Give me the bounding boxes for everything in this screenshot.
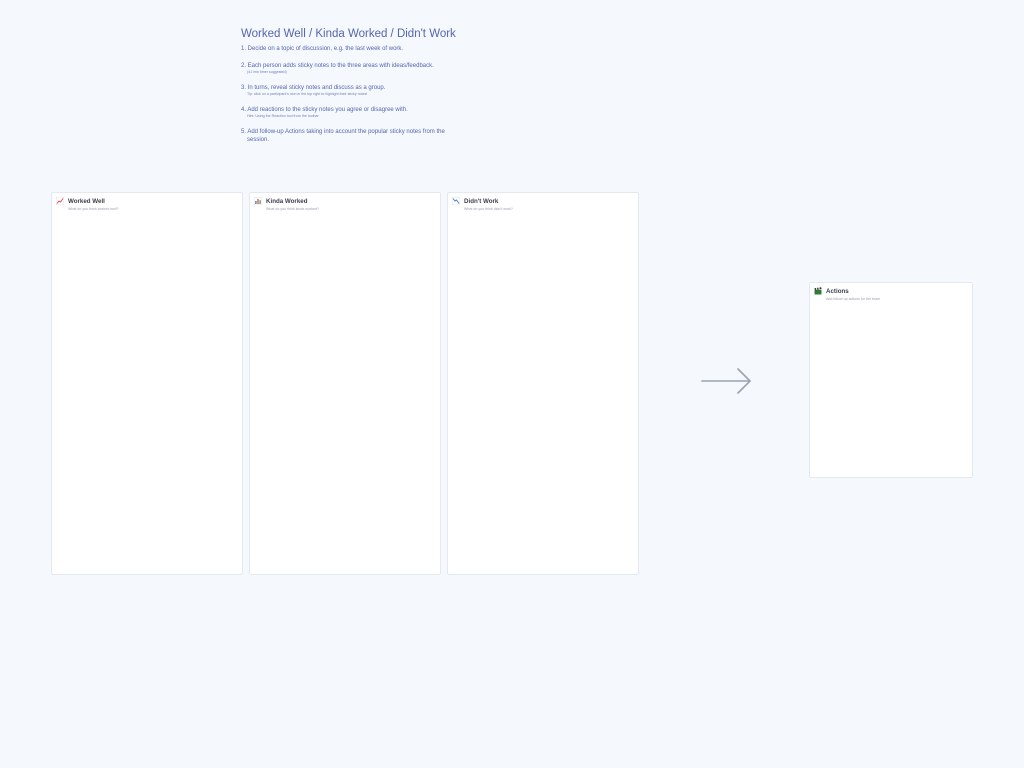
instruction-step-text: 4. Add reactions to the sticky notes you… [241, 107, 408, 113]
bar-chart-icon [254, 197, 262, 205]
clapper-board-icon [814, 287, 822, 295]
instruction-step: 2. Each person adds sticky notes to the … [241, 62, 541, 75]
instruction-step: 1. Decide on a topic of discussion, e.g.… [241, 45, 541, 53]
chart-increasing-icon [56, 197, 64, 205]
instruction-step: 5. Add follow-up Actions taking into acc… [241, 128, 541, 144]
frame-title[interactable]: Didn't Work [464, 198, 498, 205]
instructions-block[interactable]: Worked Well / Kinda Worked / Didn't Work… [241, 28, 541, 153]
frame-header: Worked Well [56, 197, 105, 205]
instruction-step: 4. Add reactions to the sticky notes you… [241, 106, 541, 119]
frame-subtitle: What do you think didn't work? [464, 207, 513, 211]
instruction-step-text: 2. Each person adds sticky notes to the … [241, 63, 434, 69]
frame-header: Didn't Work [452, 197, 498, 205]
instruction-step-text: 5. Add follow-up Actions taking into acc… [241, 129, 445, 143]
frame-title[interactable]: Kinda Worked [266, 198, 308, 205]
instruction-step: 3. In turns, reveal sticky notes and dis… [241, 84, 541, 97]
instruction-step-text: 3. In turns, reveal sticky notes and dis… [241, 85, 386, 91]
frame-header: Actions [814, 287, 849, 295]
frame-title[interactable]: Actions [826, 288, 849, 295]
frame-subtitle: What do you think worked well? [68, 207, 119, 211]
template-title[interactable]: Worked Well / Kinda Worked / Didn't Work [241, 28, 541, 40]
frame-subtitle: Add follow up actions for the team [826, 297, 881, 301]
frame-kinda-worked[interactable]: Kinda Worked What do you think kinda wor… [249, 192, 441, 575]
frame-worked-well[interactable]: Worked Well What do you think worked wel… [51, 192, 243, 575]
frame-subtitle: What do you think kinda worked? [266, 207, 319, 211]
frame-header: Kinda Worked [254, 197, 308, 205]
arrow-right-icon[interactable] [700, 366, 754, 396]
frame-title[interactable]: Worked Well [68, 198, 105, 205]
chart-decreasing-icon [452, 197, 460, 205]
frame-actions[interactable]: Actions Add follow up actions for the te… [809, 282, 973, 478]
instruction-step-tip: Hint: Using the Reaction tool from the t… [247, 114, 319, 118]
instruction-step-tip: (41 min timer suggested) [247, 70, 287, 74]
frame-didnt-work[interactable]: Didn't Work What do you think didn't wor… [447, 192, 639, 575]
instruction-step-text: 1. Decide on a topic of discussion, e.g.… [241, 46, 404, 52]
instruction-step-tip: Tip: click on a participant's icon in th… [247, 92, 368, 96]
